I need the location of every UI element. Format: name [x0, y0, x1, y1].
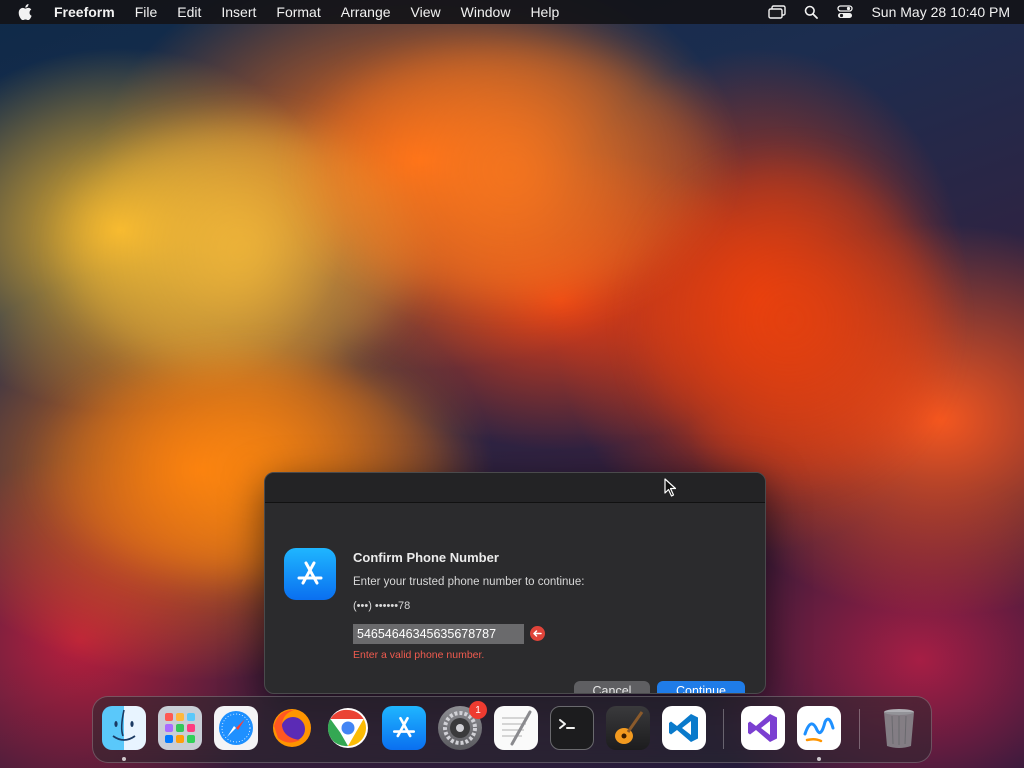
menu-insert[interactable]: Insert — [221, 4, 256, 20]
finder-running-indicator — [122, 757, 126, 761]
dialog-heading: Confirm Phone Number — [353, 550, 499, 565]
finder-icon[interactable] — [102, 706, 146, 750]
menu-app-name[interactable]: Freeform — [54, 4, 115, 20]
settings-notification-badge: 1 — [469, 701, 487, 719]
menu-bar: Freeform File Edit Insert Format Arrange… — [0, 0, 1024, 24]
garageband-icon[interactable] — [606, 706, 650, 750]
confirm-phone-dialog: Confirm Phone Number Enter your trusted … — [264, 472, 766, 694]
phone-error-message: Enter a valid phone number. — [353, 649, 485, 661]
textedit-icon[interactable] — [494, 706, 538, 750]
dialog-titlebar[interactable] — [265, 473, 765, 503]
dialog-instructions: Enter your trusted phone number to conti… — [353, 576, 585, 588]
control-center-icon[interactable] — [835, 4, 855, 20]
dock: 1 — [92, 696, 932, 763]
screen-mirroring-icon[interactable] — [767, 4, 787, 20]
app-store-icon[interactable] — [382, 706, 426, 750]
menu-clock[interactable]: Sun May 28 10:40 PM — [871, 4, 1010, 20]
visual-studio-icon[interactable] — [741, 706, 785, 750]
chrome-icon[interactable] — [326, 706, 370, 750]
apple-menu-icon[interactable] — [18, 4, 34, 20]
phone-number-input[interactable] — [353, 624, 524, 644]
dock-divider — [723, 709, 724, 749]
freeform-running-indicator — [817, 757, 821, 761]
trash-icon[interactable] — [877, 706, 921, 750]
menu-edit[interactable]: Edit — [177, 4, 201, 20]
mouse-cursor-icon — [664, 478, 677, 497]
menu-window[interactable]: Window — [461, 4, 511, 20]
firefox-icon[interactable] — [270, 706, 314, 750]
safari-icon[interactable] — [214, 706, 258, 750]
continue-button[interactable]: Continue — [657, 681, 745, 693]
freeform-icon[interactable] — [797, 706, 841, 750]
vscode-icon[interactable] — [662, 706, 706, 750]
error-icon — [530, 626, 545, 641]
menu-view[interactable]: View — [411, 4, 441, 20]
app-store-icon — [284, 548, 336, 600]
menu-file[interactable]: File — [135, 4, 158, 20]
dock-divider — [859, 709, 860, 749]
spotlight-search-icon[interactable] — [801, 4, 821, 20]
menu-help[interactable]: Help — [530, 4, 559, 20]
masked-phone-number: (•••) ••••••78 — [353, 600, 411, 612]
launchpad-icon[interactable] — [158, 706, 202, 750]
terminal-icon[interactable] — [550, 706, 594, 750]
cancel-button[interactable]: Cancel — [574, 681, 650, 693]
menu-arrange[interactable]: Arrange — [341, 4, 391, 20]
menu-format[interactable]: Format — [276, 4, 320, 20]
